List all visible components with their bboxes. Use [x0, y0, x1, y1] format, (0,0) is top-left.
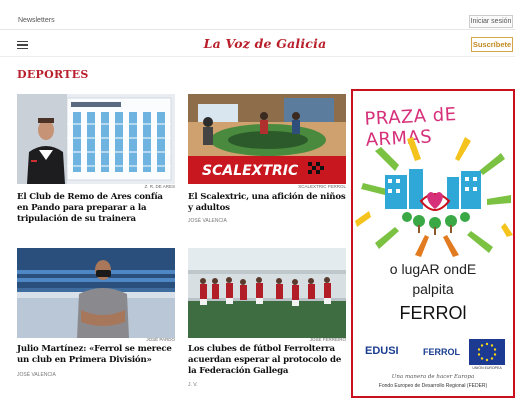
- photo-credit: JOSÉ PARDO: [146, 337, 175, 342]
- edusi-logo: EDUSI: [365, 345, 399, 357]
- article-image[interactable]: [188, 248, 346, 338]
- ad-line-1: o lugAR ondE: [389, 261, 477, 277]
- site-logo[interactable]: La Voz de Galicia: [190, 36, 340, 51]
- advertisement-banner[interactable]: PRAZA dE ARMAS o lugAR ondE palpita FERR…: [351, 89, 515, 398]
- subscribe-button[interactable]: Suscríbete: [471, 37, 513, 52]
- article-title[interactable]: Los clubes de fútbol Ferrolterra acuerda…: [188, 344, 346, 377]
- article-image[interactable]: [17, 248, 175, 338]
- article-title[interactable]: El Club de Remo de Ares confía en Pando …: [17, 192, 175, 225]
- article-title[interactable]: El Scalextric, una afición de niños y ad…: [188, 192, 346, 214]
- article-title[interactable]: Julio Martínez: «Ferrol se merece un clu…: [17, 344, 175, 366]
- article-image[interactable]: [17, 94, 175, 184]
- photo-credit: JOSÉ FERREIRO: [309, 337, 346, 342]
- ad-motto: Una manera de hacer Europa: [391, 374, 475, 380]
- eu-label: UNIÓN EUROPEA: [472, 366, 502, 370]
- ad-line-3: FERROl: [399, 303, 467, 323]
- article-author: JOSÉ VALENCIA: [188, 218, 227, 224]
- menu-icon[interactable]: [17, 41, 28, 49]
- newsletters-link[interactable]: Newsletters: [18, 17, 55, 24]
- ad-fund-text: Fondo Europeo de Desarrollo Regional (FE…: [378, 383, 488, 389]
- top-bar: Newsletters Iniciar sesión: [0, 0, 515, 30]
- article-image[interactable]: SCALEXTRIC: [188, 94, 346, 184]
- site-header: La Voz de Galicia Suscríbete: [0, 31, 515, 57]
- ad-illustration: [355, 137, 513, 257]
- ad-line-2: palpita: [412, 281, 454, 297]
- article-author: J. V.: [188, 382, 198, 388]
- photo-credit: SCALEXTRIC FERROL: [298, 184, 346, 189]
- photo-credit: Z. R. DE ARES: [144, 184, 175, 189]
- svg-text:SCALEXTRIC: SCALEXTRIC: [202, 163, 299, 179]
- login-button[interactable]: Iniciar sesión: [469, 15, 513, 28]
- eu-flag-icon: [469, 339, 505, 365]
- ferrol-logo: FERROL: [423, 347, 460, 357]
- article-author: JOSÉ VALENCIA: [17, 372, 56, 378]
- section-title[interactable]: DEPORTES: [17, 68, 89, 81]
